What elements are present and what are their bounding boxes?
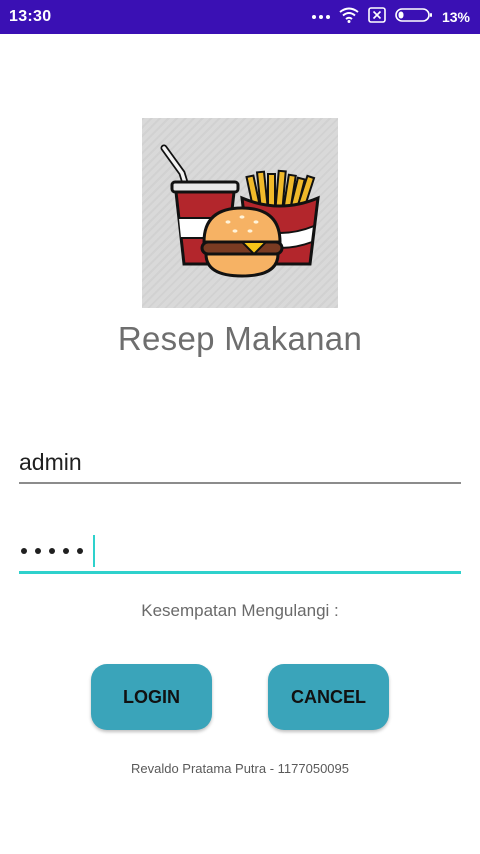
password-mask (21, 541, 83, 561)
author-credit: Revaldo Pratama Putra - 1177050095 (130, 761, 349, 776)
password-field[interactable] (19, 532, 461, 574)
status-time: 13:30 (9, 8, 52, 25)
app-title: Resep Makanan (117, 320, 363, 357)
status-bar: 13:30 13% (0, 0, 480, 34)
username-field[interactable]: admin (19, 444, 461, 484)
app-logo (142, 118, 338, 308)
more-dots-icon (311, 15, 330, 19)
username-value: admin (19, 449, 82, 475)
retry-label: Kesempatan Mengulangi : (141, 601, 339, 620)
text-cursor (93, 535, 95, 567)
no-sim-icon (368, 6, 386, 28)
battery-icon (395, 7, 433, 28)
login-button[interactable]: LOGIN (91, 664, 212, 730)
cancel-button[interactable]: CANCEL (268, 664, 389, 730)
wifi-icon (339, 7, 359, 28)
status-icons: 13% (311, 6, 470, 28)
fast-food-icon (160, 144, 320, 278)
battery-percent: 13% (441, 9, 470, 25)
